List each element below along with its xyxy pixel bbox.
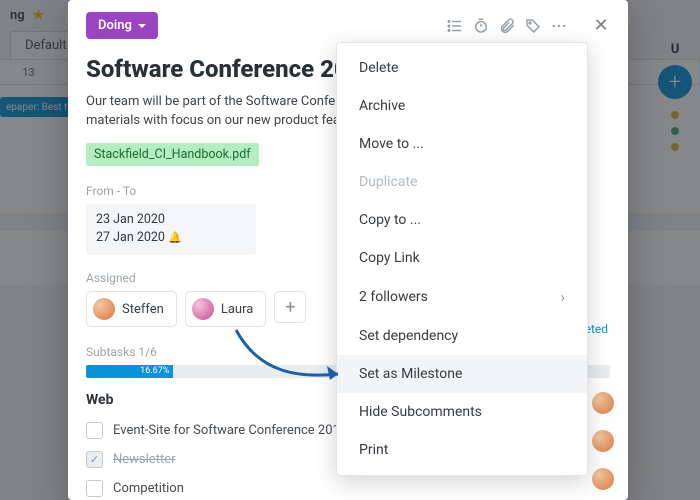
status-label: Doing bbox=[98, 18, 132, 33]
list-icon[interactable] bbox=[446, 17, 464, 35]
menu-duplicate: Duplicate bbox=[337, 163, 587, 201]
chevron-down-icon bbox=[138, 24, 146, 28]
assignee-name: Laura bbox=[221, 302, 253, 317]
close-icon[interactable]: ✕ bbox=[592, 17, 610, 35]
menu-delete[interactable]: Delete bbox=[337, 49, 587, 87]
checkbox[interactable] bbox=[86, 422, 103, 439]
avatar bbox=[93, 298, 115, 320]
context-menu: Delete Archive Move to ... Duplicate Cop… bbox=[336, 42, 588, 476]
subtask-text: Competition bbox=[113, 481, 184, 496]
avatar[interactable] bbox=[592, 392, 614, 414]
attachment-chip[interactable]: Stackfield_CI_Handbook.pdf bbox=[86, 143, 259, 166]
avatar bbox=[192, 298, 214, 320]
menu-hide-subcomments[interactable]: Hide Subcomments bbox=[337, 393, 587, 431]
assignee-chip[interactable]: Steffen bbox=[86, 291, 177, 327]
timer-icon[interactable] bbox=[472, 17, 490, 35]
subtask-text: Newsletter bbox=[113, 452, 176, 467]
assignee-name: Steffen bbox=[122, 302, 164, 317]
menu-copy-to[interactable]: Copy to ... bbox=[337, 201, 587, 239]
menu-followers[interactable]: 2 followers› bbox=[337, 277, 587, 317]
reminder-icon: 🔔 bbox=[168, 231, 182, 244]
progress-fill: 16.67% bbox=[86, 365, 173, 378]
avatar[interactable] bbox=[592, 430, 614, 452]
assignee-chip[interactable]: Laura bbox=[185, 291, 266, 327]
date-to: 27 Jan 2020 bbox=[96, 230, 165, 245]
checkbox-checked[interactable]: ✓ bbox=[86, 451, 103, 468]
menu-set-milestone[interactable]: Set as Milestone bbox=[337, 355, 587, 393]
subtask-row[interactable]: Competition bbox=[86, 474, 610, 500]
subtask-text: Event-Site for Software Conference 2017 bbox=[113, 423, 347, 438]
chevron-right-icon: › bbox=[560, 288, 565, 306]
subtask-avatars bbox=[592, 392, 614, 490]
menu-copy-link[interactable]: Copy Link bbox=[337, 239, 587, 277]
add-assignee-button[interactable]: + bbox=[274, 291, 306, 323]
checkbox[interactable] bbox=[86, 480, 103, 497]
menu-print[interactable]: Print bbox=[337, 431, 587, 469]
status-dropdown[interactable]: Doing bbox=[86, 12, 158, 39]
menu-set-dependency[interactable]: Set dependency bbox=[337, 317, 587, 355]
date-range-field[interactable]: 23 Jan 2020 27 Jan 2020🔔 bbox=[86, 204, 256, 256]
menu-move-to[interactable]: Move to ... bbox=[337, 125, 587, 163]
more-icon[interactable] bbox=[550, 17, 568, 35]
date-from: 23 Jan 2020 bbox=[96, 211, 246, 230]
attachment-icon[interactable] bbox=[498, 17, 516, 35]
tag-icon[interactable] bbox=[524, 17, 542, 35]
menu-archive[interactable]: Archive bbox=[337, 87, 587, 125]
avatar[interactable] bbox=[592, 468, 614, 490]
